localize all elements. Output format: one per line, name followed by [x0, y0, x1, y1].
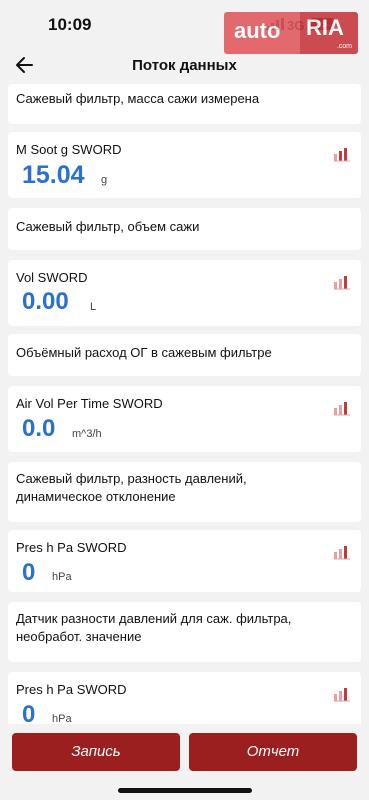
list-item: Сажевый фильтр, объем сажи: [8, 208, 361, 250]
status-time: 10:09: [48, 15, 92, 34]
list-item: Pres h Pa SWORD 0 hPa: [8, 530, 361, 592]
param-description-line: динамическое отклонение: [16, 489, 176, 504]
param-value: 0.0: [22, 415, 56, 442]
param-description: Датчик разности давлений для саж. фильтр…: [8, 602, 361, 646]
param-value: 0: [22, 701, 36, 724]
bar-chart-icon[interactable]: [333, 684, 351, 702]
param-label: Pres h Pa SWORD: [16, 682, 127, 697]
param-label: Air Vol Per Time SWORD: [16, 396, 163, 411]
page-title: Поток данных: [132, 57, 237, 74]
list-item: Датчик разности давлений для саж. фильтр…: [8, 602, 361, 662]
param-unit: g: [101, 174, 108, 186]
bottom-button-bar: Запись Отчет: [0, 728, 369, 774]
list-item: Vol SWORD 0.00 L: [8, 260, 361, 326]
list-item: Air Vol Per Time SWORD 0.0 m^3/h: [8, 386, 361, 452]
report-button[interactable]: Отчет: [189, 733, 357, 771]
nav-bar: Поток данных: [0, 48, 369, 84]
param-label: M Soot g SWORD: [16, 142, 122, 157]
bar-chart-icon[interactable]: [333, 542, 351, 560]
list-item: Pres h Pa SWORD 0 hPa: [8, 672, 361, 724]
param-unit: L: [90, 301, 97, 313]
param-value: 0: [22, 559, 36, 586]
record-button[interactable]: Запись: [12, 733, 180, 771]
param-label: Pres h Pa SWORD: [16, 540, 127, 555]
param-unit: hPa: [52, 571, 72, 583]
param-description: Сажевый фильтр, масса сажи измерена: [16, 91, 260, 106]
param-description: Объёмный расход ОГ в сажевым фильтре: [16, 345, 272, 360]
watermark-ria-text: RIA: [306, 15, 344, 40]
param-unit: hPa: [52, 713, 72, 724]
param-description: Сажевый фильтр, объем сажи: [16, 219, 200, 234]
list-item: Сажевый фильтр, масса сажи измерена: [8, 84, 361, 124]
param-value: 15.04: [22, 161, 85, 189]
bar-chart-icon[interactable]: [333, 144, 351, 162]
bar-chart-icon[interactable]: [333, 398, 351, 416]
param-label: Vol SWORD: [16, 270, 88, 285]
param-description-line: Сажевый фильтр, разность давлений,: [16, 471, 247, 486]
bar-chart-icon[interactable]: [333, 272, 351, 290]
param-description: Сажевый фильтр, разность давлений, динам…: [8, 462, 361, 506]
param-description-line: необработ. значение: [16, 629, 142, 644]
param-description-line: Датчик разности давлений для саж. фильтр…: [16, 611, 292, 626]
list-item: Объёмный расход ОГ в сажевым фильтре: [8, 334, 361, 376]
param-unit: m^3/h: [72, 428, 102, 440]
data-stream-list[interactable]: Сажевый фильтр, масса сажи измерена M So…: [0, 84, 369, 724]
list-item: M Soot g SWORD 15.04 g: [8, 132, 361, 198]
home-indicator[interactable]: [118, 788, 252, 793]
param-value: 0.00: [22, 288, 69, 315]
list-item: Сажевый фильтр, разность давлений, динам…: [8, 462, 361, 522]
